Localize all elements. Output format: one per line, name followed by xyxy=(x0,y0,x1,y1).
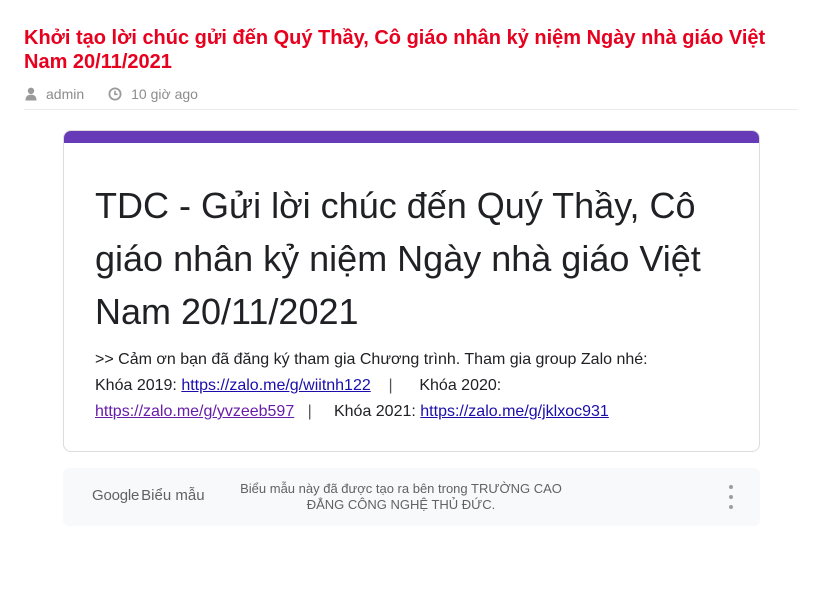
form-description: >> Cảm ơn bạn đã đăng ký tham gia Chương… xyxy=(95,347,735,425)
clock-icon xyxy=(108,87,122,101)
google-forms-logo[interactable]: Google Biểu mẫu xyxy=(92,487,205,504)
embedded-form-card: TDC - Gửi lời chúc đến Quý Thầy, Cô giáo… xyxy=(63,130,760,452)
google-wordmark: Google xyxy=(92,487,140,504)
k2021-label: Khóa 2021: xyxy=(333,403,416,420)
form-footer: Google Biểu mẫu Biểu mẫu này đã được tạo… xyxy=(63,468,760,526)
post-title: Khởi tạo lời chúc gửi đến Quý Thầy, Cô g… xyxy=(24,27,766,73)
time-text: 10 giờ ago xyxy=(131,86,198,102)
separator: | xyxy=(388,377,393,394)
author-name[interactable]: admin xyxy=(46,86,84,102)
post-meta: admin 10 giờ ago xyxy=(24,85,798,110)
k2019-label: Khóa 2019: xyxy=(95,377,177,394)
footer-note: Biểu mẫu này đã được tạo ra bên trong TR… xyxy=(240,481,562,512)
form-intro: >> Cảm ơn bạn đã đăng ký tham gia Chương… xyxy=(95,351,648,368)
k2020-label: Khóa 2020: xyxy=(419,377,502,394)
user-icon xyxy=(25,87,37,101)
form-title: TDC - Gửi lời chúc đến Quý Thầy, Cô giáo… xyxy=(95,185,701,332)
post-author[interactable]: admin xyxy=(25,85,84,103)
separator: | xyxy=(307,403,312,420)
zalo-link-2019[interactable]: https://zalo.me/g/wiitnh122 xyxy=(181,377,370,394)
forms-label: Biểu mẫu xyxy=(141,487,205,504)
zalo-link-2020[interactable]: https://zalo.me/g/yvzeeb597 xyxy=(95,403,294,420)
more-vertical-icon[interactable] xyxy=(726,485,736,509)
zalo-link-2021[interactable]: https://zalo.me/g/jklxoc931 xyxy=(420,403,609,420)
post-time: 10 giờ ago xyxy=(108,85,198,103)
form-accent-bar xyxy=(64,131,759,143)
